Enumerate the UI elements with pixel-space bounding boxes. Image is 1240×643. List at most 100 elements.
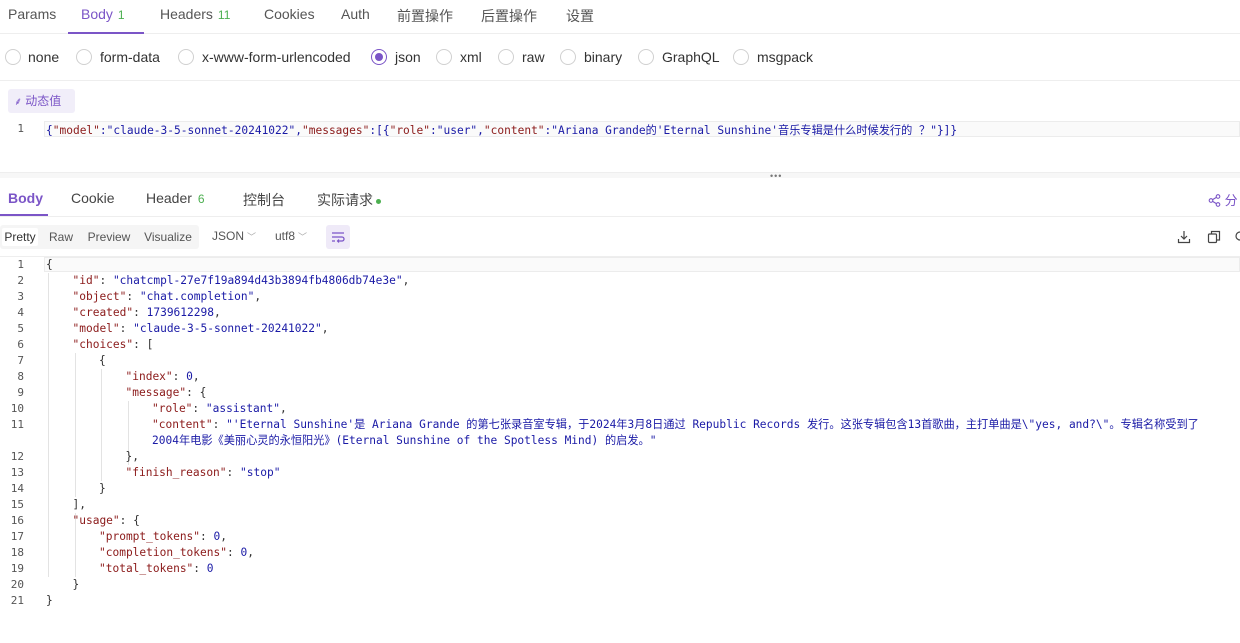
- tab-headers[interactable]: Headers 11: [160, 6, 230, 34]
- code-token: "content": [152, 418, 213, 431]
- body-type-raw-label[interactable]: raw: [522, 49, 545, 67]
- code-line: "role": "assistant",: [152, 401, 287, 417]
- view-mode-segmented-control: Pretty Raw Preview Visualize: [0, 225, 199, 249]
- wrap-lines-button[interactable]: [326, 225, 350, 249]
- body-type-binary-label[interactable]: binary: [584, 49, 622, 67]
- format-select[interactable]: JSON ﹀: [212, 229, 256, 243]
- search-button[interactable]: [1234, 230, 1240, 247]
- code-token: "messages": [302, 124, 370, 137]
- code-token: ,: [402, 274, 410, 287]
- code-token: }: [46, 594, 53, 607]
- tab-cookies[interactable]: Cookies: [264, 6, 315, 34]
- download-button[interactable]: [1177, 230, 1191, 247]
- code-token: :: [226, 546, 241, 559]
- line-number: 16: [10, 514, 24, 527]
- radio-x-www-form-urlencoded[interactable]: [178, 49, 194, 65]
- code-token: 2004年电影《美丽心灵的永恒阳光》(Eternal Sunshine of t…: [152, 434, 657, 447]
- code-token: "completion_tokens": [99, 546, 227, 559]
- body-type-selector: none form-data x-www-form-urlencoded jso…: [0, 34, 1240, 81]
- code-token: ],: [72, 498, 86, 511]
- body-type-urlencoded-label[interactable]: x-www-form-urlencoded: [202, 49, 351, 67]
- body-type-json-label[interactable]: json: [395, 49, 421, 67]
- view-mode-preview[interactable]: Preview: [84, 228, 134, 246]
- response-body-viewer[interactable]: 1 {2 "id": "chatcmpl-27e7f19a894d43b3894fb…: [0, 257, 1240, 643]
- view-mode-visualize[interactable]: Visualize: [140, 228, 196, 246]
- response-tab-header[interactable]: Header 6: [146, 190, 205, 206]
- code-token: : {: [119, 514, 140, 527]
- tab-label: Header: [146, 190, 192, 206]
- code-token: :: [193, 562, 207, 575]
- radio-xml[interactable]: [436, 49, 452, 65]
- code-token: "message": [125, 386, 187, 399]
- wrap-lines-icon: [332, 232, 345, 243]
- tab-settings[interactable]: 设置: [566, 6, 594, 34]
- code-token: :: [200, 530, 214, 543]
- radio-msgpack[interactable]: [733, 49, 749, 65]
- line-number: 1: [17, 258, 24, 271]
- tab-pre-operations[interactable]: 前置操作: [397, 6, 453, 34]
- tab-params[interactable]: Params: [8, 6, 56, 34]
- response-toolbar: Pretty Raw Preview Visualize JSON ﹀ utf8 ﹀: [0, 217, 1240, 257]
- request-body-editor[interactable]: 1 {"model":"claude-3-5-sonnet-20241022",…: [0, 121, 1240, 138]
- code-token: "claude-3-5-sonnet-20241022": [133, 322, 322, 335]
- view-mode-pretty[interactable]: Pretty: [2, 228, 38, 246]
- code-token: "usage": [72, 514, 120, 527]
- body-type-graphql-label[interactable]: GraphQL: [662, 49, 720, 67]
- line-number: 17: [10, 530, 24, 543]
- response-tab-cookie[interactable]: Cookie: [71, 190, 115, 206]
- radio-binary[interactable]: [560, 49, 576, 65]
- code-token: }]}: [936, 124, 958, 137]
- code-token: "content": [483, 124, 545, 137]
- code-token: :: [212, 418, 227, 431]
- tab-label: 后置操作: [481, 8, 537, 24]
- code-token: :: [430, 124, 437, 137]
- body-type-xml-label[interactable]: xml: [460, 49, 482, 67]
- response-tab-actual-request[interactable]: 实际请求: [317, 190, 381, 210]
- tab-post-operations[interactable]: 后置操作: [481, 6, 537, 34]
- code-token: "id": [72, 274, 100, 287]
- tab-label: Cookies: [264, 6, 315, 22]
- radio-none[interactable]: [5, 49, 21, 65]
- radio-json[interactable]: [371, 49, 387, 65]
- code-line: }: [46, 593, 53, 609]
- body-type-msgpack-label[interactable]: msgpack: [757, 49, 813, 67]
- copy-button[interactable]: [1207, 230, 1221, 247]
- radio-form-data[interactable]: [76, 49, 92, 65]
- code-line: {: [46, 257, 53, 273]
- code-token: "object": [72, 290, 127, 303]
- chevron-down-icon: ﹀: [298, 232, 308, 242]
- request-tabs: Params Body 1 Headers 11 Cookies Auth 前置操作…: [0, 0, 1240, 34]
- tab-count-badge: 6: [197, 192, 205, 206]
- line-number: 3: [17, 290, 24, 303]
- code-token: "model": [52, 124, 100, 137]
- dynamic-value-button[interactable]: ⸙ 动态值: [8, 89, 75, 113]
- radio-raw[interactable]: [498, 49, 514, 65]
- code-line: "finish_reason": "stop": [126, 465, 281, 481]
- body-type-none-label[interactable]: none: [28, 49, 59, 67]
- line-number: 11: [10, 418, 24, 431]
- tab-auth[interactable]: Auth: [341, 6, 370, 34]
- share-button[interactable]: 分: [1208, 190, 1238, 209]
- active-tab-indicator: [0, 214, 48, 216]
- code-line: "model": "claude-3-5-sonnet-20241022",: [73, 321, 329, 337]
- tab-label: 设置: [566, 8, 594, 24]
- response-tab-console[interactable]: 控制台: [243, 190, 285, 210]
- code-token: "claude-3-5-sonnet-20241022": [106, 124, 296, 137]
- line-number: 21: [10, 594, 24, 607]
- body-type-form-data-label[interactable]: form-data: [100, 49, 160, 67]
- line-number: 8: [17, 370, 24, 383]
- code-line: "total_tokens": 0: [99, 561, 214, 577]
- code-token: },: [125, 450, 139, 463]
- view-mode-raw[interactable]: Raw: [44, 228, 78, 246]
- code-token: : {: [186, 386, 207, 399]
- code-token: "chatcmpl-27e7f19a894d43b3894fb4806db74e…: [112, 274, 403, 287]
- response-tab-body[interactable]: Body: [8, 190, 43, 206]
- tab-body[interactable]: Body 1: [81, 6, 125, 34]
- radio-graphql[interactable]: [638, 49, 654, 65]
- encoding-select[interactable]: utf8 ﹀: [275, 229, 307, 243]
- code-token: 0: [186, 370, 193, 383]
- encoding-select-value: utf8: [275, 229, 296, 243]
- code-line: "choices": [: [73, 337, 154, 353]
- code-line: }: [73, 577, 80, 593]
- line-number: 2: [17, 274, 24, 287]
